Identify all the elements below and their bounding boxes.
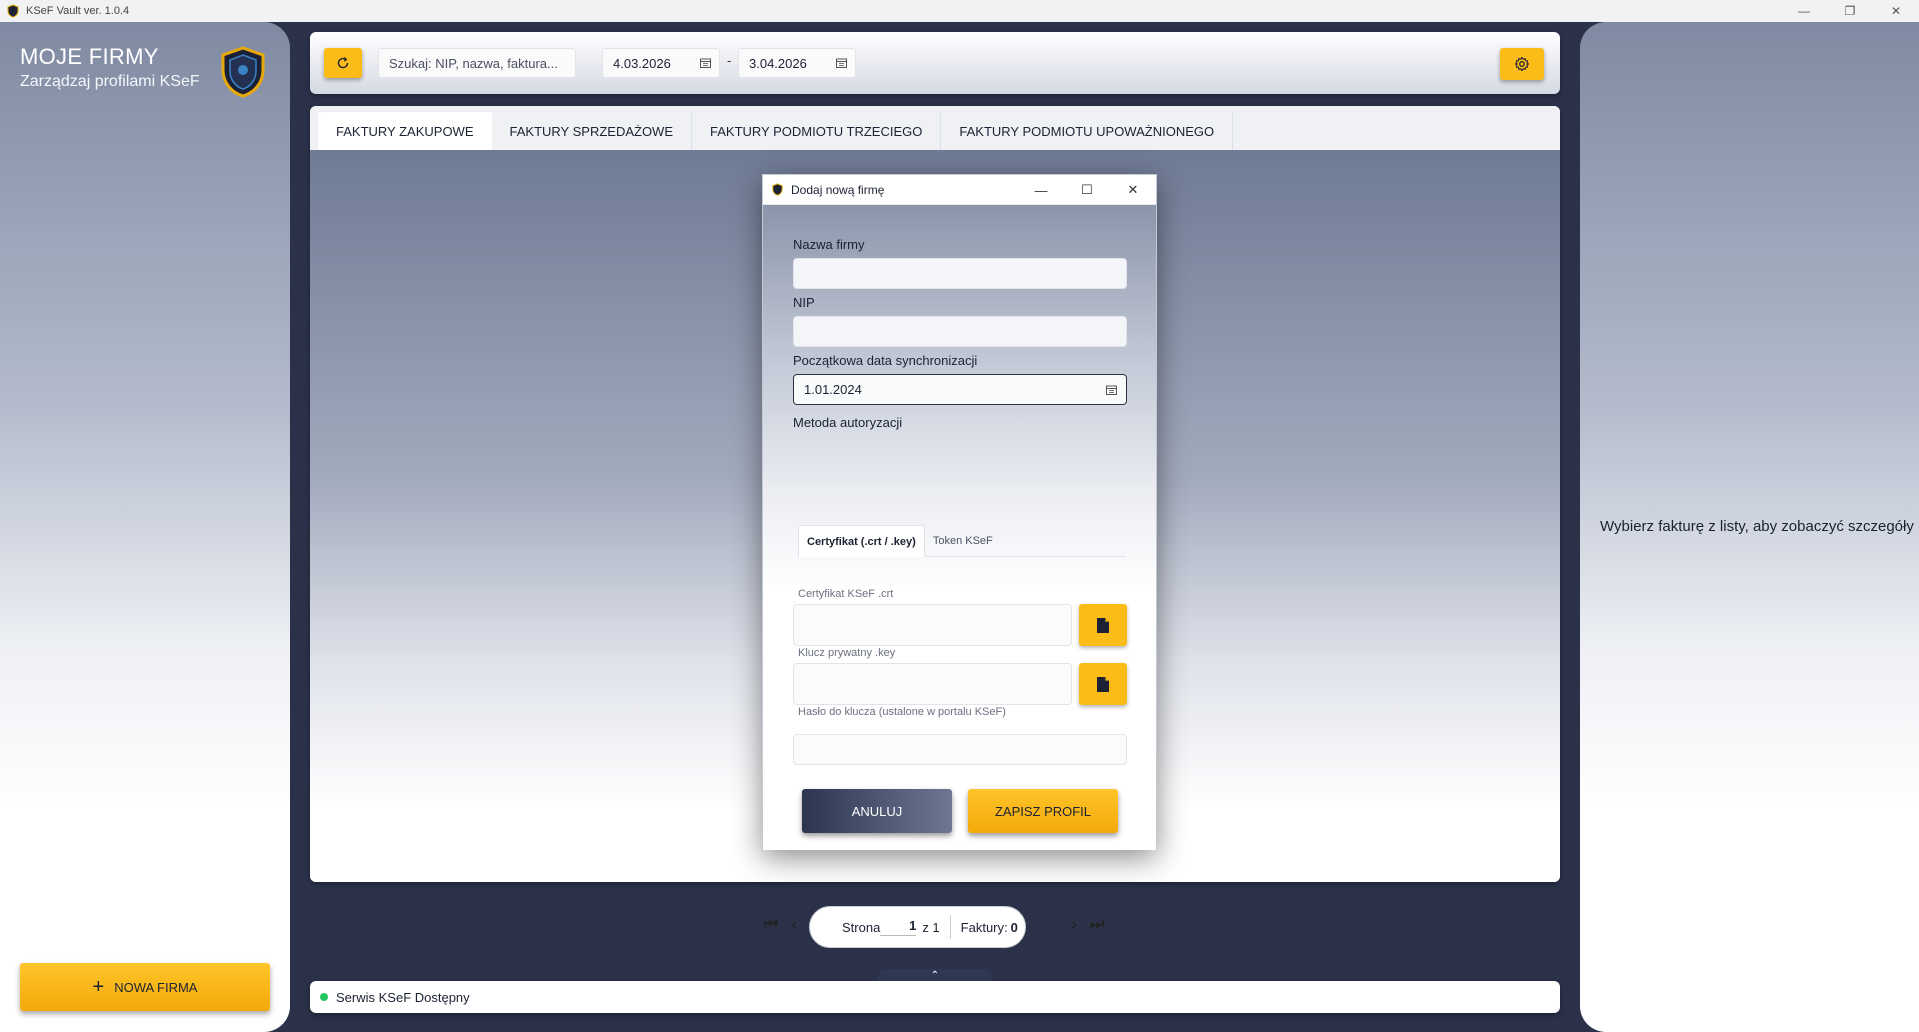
auth-method-label: Metoda autoryzacji <box>793 415 903 430</box>
tab-authorized-party-invoices[interactable]: FAKTURY PODMIOTU UPOWAŻNIONEGO <box>941 112 1234 150</box>
key-password-input[interactable] <box>793 734 1127 765</box>
file-icon <box>1097 676 1109 692</box>
page-number-input[interactable]: 1 <box>880 918 917 936</box>
refresh-icon <box>337 57 349 69</box>
sync-date-value: 1.01.2024 <box>804 382 862 397</box>
page-total: z 1 <box>922 919 940 935</box>
expand-log-handle[interactable]: ⌃ <box>878 969 992 981</box>
dialog-close-icon[interactable]: ✕ <box>1110 175 1156 205</box>
minimize-icon[interactable]: — <box>1781 0 1827 22</box>
sidebar-subtitle: Zarządzaj profilami KSeF <box>20 73 200 90</box>
cert-browse-button[interactable] <box>1079 604 1127 646</box>
calendar-icon <box>700 58 711 68</box>
window-controls: — ❐ ✕ <box>1781 0 1919 22</box>
restore-icon[interactable]: ❐ <box>1827 0 1873 22</box>
tab-third-party-invoices[interactable]: FAKTURY PODMIOTU TRZECIEGO <box>692 112 942 150</box>
key-browse-button[interactable] <box>1079 663 1127 705</box>
date-separator: - <box>727 53 732 68</box>
details-panel: Wybierz fakturę z listy, aby zobaczyć sz… <box>1580 22 1919 1032</box>
tab-token[interactable]: Token KSeF <box>925 525 1001 557</box>
dialog-body: Nazwa firmy NIP Początkowa data synchron… <box>763 205 1156 850</box>
dialog-titlebar: Dodaj nową firmę — ☐ ✕ <box>763 175 1156 205</box>
plus-icon: + <box>92 976 105 998</box>
chevron-up-icon: ⌃ <box>930 969 940 981</box>
company-name-input[interactable] <box>793 258 1127 289</box>
dialog-controls: — ☐ ✕ <box>1018 175 1156 205</box>
calendar-icon <box>1106 385 1117 395</box>
calendar-icon <box>836 58 847 68</box>
auth-method-tabs: Certyfikat (.crt / .key) Token KSeF <box>798 525 1126 557</box>
prev-page-icon[interactable]: ‹ <box>785 916 803 934</box>
nip-input[interactable] <box>793 316 1127 347</box>
nip-label: NIP <box>793 295 815 310</box>
tab-sales-invoices[interactable]: FAKTURY SPRZEDAŻOWE <box>492 112 692 150</box>
search-input[interactable] <box>378 48 576 78</box>
invoices-count-label: Faktury: <box>960 919 1008 935</box>
save-profile-button[interactable]: ZAPISZ PROFIL <box>968 789 1118 833</box>
last-page-icon[interactable]: ⏭ <box>1088 916 1106 934</box>
key-file-input[interactable] <box>793 663 1072 705</box>
company-name-label: Nazwa firmy <box>793 237 865 252</box>
details-hint: Wybierz fakturę z listy, aby zobaczyć sz… <box>1600 518 1914 535</box>
app-shield-icon <box>7 4 19 18</box>
add-firm-dialog: Dodaj nową firmę — ☐ ✕ Nazwa firmy NIP P… <box>762 174 1157 850</box>
sidebar-title: MOJE FIRMY <box>20 44 159 69</box>
key-label: Klucz prywatny .key <box>798 647 896 659</box>
top-toolbar: 4.03.2026 - 3.04.2026 <box>310 32 1560 94</box>
cert-label: Certyfikat KSeF .crt <box>798 588 894 600</box>
shield-logo-icon <box>221 46 265 98</box>
window-title: KSeF Vault ver. 1.0.4 <box>26 5 130 17</box>
refresh-button[interactable] <box>324 48 362 78</box>
status-text: Serwis KSeF Dostępny <box>336 989 470 1005</box>
pager-divider <box>949 915 951 939</box>
date-to-picker[interactable]: 3.04.2026 <box>738 48 856 78</box>
invoices-count: 0 <box>1010 919 1018 935</box>
status-bar: Serwis KSeF Dostępny <box>310 981 1560 1013</box>
date-from-picker[interactable]: 4.03.2026 <box>602 48 720 78</box>
close-icon[interactable]: ✕ <box>1873 0 1919 22</box>
dialog-minimize-icon[interactable]: — <box>1018 175 1064 205</box>
sync-date-label: Początkowa data synchronizacji <box>793 353 978 368</box>
password-label: Hasło do klucza (ustalone w portalu KSeF… <box>798 706 1006 718</box>
file-icon <box>1097 617 1109 633</box>
app-shield-icon <box>772 183 783 196</box>
dialog-maximize-icon[interactable]: ☐ <box>1064 175 1110 205</box>
tab-certificate[interactable]: Certyfikat (.crt / .key) <box>798 525 925 557</box>
settings-button[interactable] <box>1500 48 1544 80</box>
first-page-icon[interactable]: ⏮ <box>762 916 780 934</box>
invoice-tabs: FAKTURY ZAKUPOWE FAKTURY SPRZEDAŻOWE FAK… <box>310 106 1560 150</box>
status-indicator-dot <box>320 993 328 1001</box>
pagination-box: Strona 1 z 1 Faktury: 0 <box>809 906 1026 948</box>
dialog-title: Dodaj nową firmę <box>791 182 885 197</box>
companies-sidebar: MOJE FIRMY Zarządzaj profilami KSeF + NO… <box>0 22 290 1032</box>
sync-date-picker[interactable]: 1.01.2024 <box>793 374 1127 405</box>
page-label: Strona <box>842 919 881 935</box>
new-firm-label: NOWA FIRMA <box>114 979 198 995</box>
date-to-value: 3.04.2026 <box>749 55 807 71</box>
window-titlebar: KSeF Vault ver. 1.0.4 — ❐ ✕ <box>0 0 1919 22</box>
date-from-value: 4.03.2026 <box>613 55 671 71</box>
new-firm-button[interactable]: + NOWA FIRMA <box>20 963 270 1011</box>
tab-purchase-invoices[interactable]: FAKTURY ZAKUPOWE <box>318 112 492 150</box>
cert-file-input[interactable] <box>793 604 1072 646</box>
gear-icon <box>1514 56 1530 72</box>
next-page-icon[interactable]: › <box>1065 916 1083 934</box>
cancel-button[interactable]: ANULUJ <box>802 789 952 833</box>
